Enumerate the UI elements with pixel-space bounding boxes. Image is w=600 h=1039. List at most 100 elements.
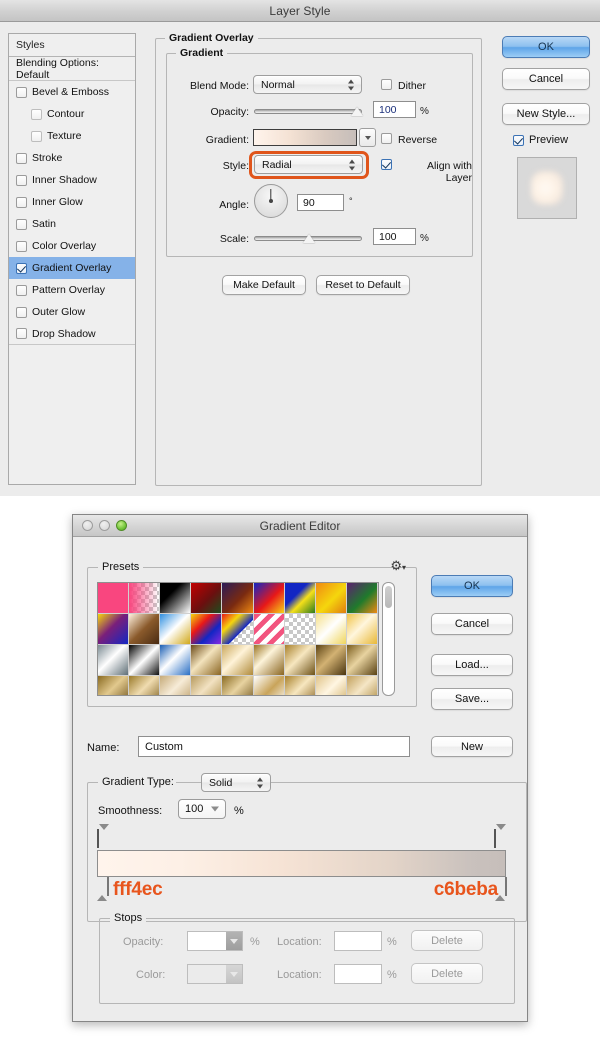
opacity-stop-right[interactable] — [494, 824, 506, 848]
preset-swatch[interactable] — [160, 614, 192, 645]
preset-swatch[interactable] — [98, 614, 130, 645]
opacity-stop-left[interactable] — [97, 824, 109, 848]
preset-swatch[interactable] — [98, 645, 130, 676]
scale-slider[interactable] — [254, 236, 362, 241]
preset-swatch[interactable] — [191, 583, 223, 614]
preset-swatch[interactable] — [222, 645, 254, 676]
preset-swatch[interactable] — [315, 583, 347, 614]
preset-swatch[interactable] — [284, 614, 316, 645]
preset-swatch[interactable] — [315, 645, 347, 676]
scrollbar-thumb[interactable] — [385, 586, 392, 608]
preset-swatch[interactable] — [129, 645, 161, 676]
gradient-picker-button[interactable] — [359, 128, 376, 147]
preset-swatch[interactable] — [129, 614, 161, 645]
preset-swatch[interactable] — [315, 676, 347, 695]
sidebar-item-texture[interactable]: Texture — [9, 125, 135, 147]
name-input[interactable]: Custom — [138, 736, 410, 757]
preset-swatch[interactable] — [191, 676, 223, 695]
preset-swatch[interactable] — [346, 583, 378, 614]
reset-to-default-button[interactable]: Reset to Default — [316, 275, 410, 295]
angle-dial[interactable] — [254, 184, 288, 218]
presets-scrollbar[interactable] — [382, 582, 395, 696]
cancel-button[interactable]: Cancel — [502, 68, 590, 90]
smoothness-input[interactable]: 100 — [178, 799, 226, 819]
preset-swatch[interactable] — [346, 614, 378, 645]
effect-checkbox[interactable] — [16, 328, 27, 339]
ge-new-button[interactable]: New — [431, 736, 513, 757]
ge-save-button[interactable]: Save... — [431, 688, 513, 710]
sidebar-item-satin[interactable]: Satin — [9, 213, 135, 235]
effect-checkbox[interactable] — [16, 240, 27, 252]
preset-swatch[interactable] — [129, 676, 161, 695]
blend-mode-select[interactable]: Normal — [253, 75, 362, 94]
opacity-slider-handle[interactable] — [351, 105, 364, 116]
preset-swatch[interactable] — [253, 645, 285, 676]
sidebar-item-blending-options[interactable]: Blending Options: Default — [9, 57, 135, 81]
sidebar-item-inner-shadow[interactable]: Inner Shadow — [9, 169, 135, 191]
sidebar-item-gradient-overlay[interactable]: Gradient Overlay — [9, 257, 135, 279]
preset-swatch[interactable] — [160, 645, 192, 676]
sidebar-item-color-overlay[interactable]: Color Overlay — [9, 235, 135, 257]
sidebar-item-contour[interactable]: Contour — [9, 103, 135, 125]
opacity-input[interactable]: 100 — [373, 101, 416, 118]
preview-toggle[interactable]: Preview — [513, 134, 568, 146]
preset-swatch[interactable] — [222, 676, 254, 695]
gradient-type-select[interactable]: Solid — [201, 773, 271, 792]
dither-checkbox[interactable] — [381, 79, 392, 90]
preset-swatch[interactable] — [284, 583, 316, 614]
close-button-icon[interactable] — [82, 520, 93, 531]
new-style-button[interactable]: New Style... — [502, 103, 590, 125]
reverse-checkbox[interactable] — [381, 133, 392, 144]
zoom-button-icon[interactable] — [116, 520, 127, 531]
effect-checkbox[interactable] — [31, 108, 42, 120]
gradient-preview-bar[interactable] — [97, 850, 506, 877]
effect-checkbox[interactable] — [16, 262, 27, 274]
sidebar-item-outer-glow[interactable]: Outer Glow — [9, 301, 135, 323]
effect-checkbox[interactable] — [16, 218, 27, 230]
ge-load-button[interactable]: Load... — [431, 654, 513, 676]
effect-checkbox[interactable] — [16, 306, 27, 318]
preset-swatch[interactable] — [253, 676, 285, 695]
sidebar-item-drop-shadow[interactable]: Drop Shadow — [9, 323, 135, 345]
effect-checkbox[interactable] — [16, 196, 27, 208]
sidebar-item-pattern-overlay[interactable]: Pattern Overlay — [9, 279, 135, 301]
preset-swatch[interactable] — [98, 583, 130, 614]
preset-swatch[interactable] — [160, 583, 192, 614]
ge-ok-button[interactable]: OK — [431, 575, 513, 597]
preset-swatch[interactable] — [98, 676, 130, 695]
color-stop-left[interactable] — [97, 877, 109, 901]
presets-grid[interactable] — [97, 582, 379, 696]
make-default-button[interactable]: Make Default — [222, 275, 306, 295]
preset-swatch[interactable] — [191, 645, 223, 676]
preset-swatch[interactable] — [129, 583, 161, 614]
gradient-editor-titlebar[interactable]: Gradient Editor — [73, 515, 527, 537]
ge-cancel-button[interactable]: Cancel — [431, 613, 513, 635]
align-with-layer-checkbox[interactable] — [381, 159, 392, 170]
effect-checkbox[interactable] — [16, 284, 27, 296]
sidebar-item-stroke[interactable]: Stroke — [9, 147, 135, 169]
angle-input[interactable]: 90 — [297, 194, 344, 211]
preset-swatch[interactable] — [284, 645, 316, 676]
gradient-swatch[interactable] — [253, 129, 357, 146]
preset-swatch[interactable] — [253, 583, 285, 614]
opacity-slider[interactable] — [254, 109, 362, 114]
effect-checkbox[interactable] — [16, 174, 27, 186]
preset-swatch[interactable] — [222, 583, 254, 614]
preset-swatch[interactable] — [346, 676, 378, 695]
scale-slider-handle[interactable] — [303, 232, 316, 243]
sidebar-item-bevel-emboss[interactable]: Bevel & Emboss — [9, 81, 135, 103]
effect-checkbox[interactable] — [16, 86, 27, 98]
sidebar-item-inner-glow[interactable]: Inner Glow — [9, 191, 135, 213]
effect-checkbox[interactable] — [31, 130, 42, 142]
preset-swatch[interactable] — [160, 676, 192, 695]
preset-swatch[interactable] — [284, 676, 316, 695]
ok-button[interactable]: OK — [502, 36, 590, 58]
minimize-button-icon[interactable] — [99, 520, 110, 531]
preset-swatch[interactable] — [346, 645, 378, 676]
style-select[interactable]: Radial — [254, 155, 363, 174]
preset-swatch[interactable] — [315, 614, 347, 645]
preset-swatch[interactable] — [253, 614, 285, 645]
gear-icon[interactable]: ⚙▾ — [390, 559, 406, 572]
preset-swatch[interactable] — [191, 614, 223, 645]
effect-checkbox[interactable] — [16, 152, 27, 164]
